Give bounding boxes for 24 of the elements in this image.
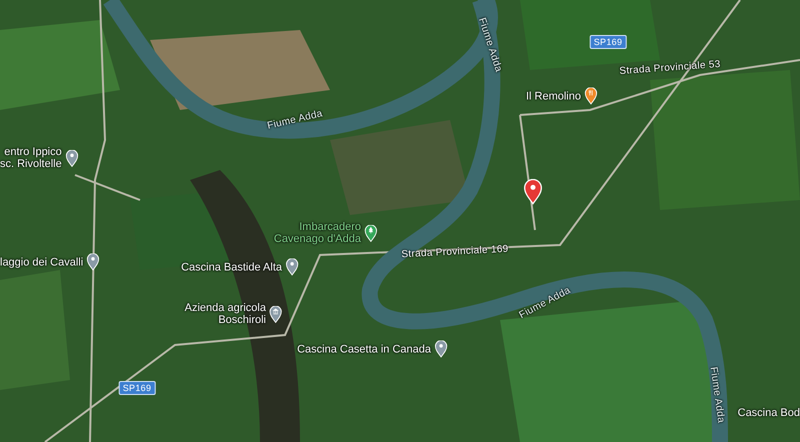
river-label: Fiume Adda [708, 366, 726, 424]
location-pin-icon[interactable] [523, 179, 543, 205]
road-number-sign: SP169 [118, 381, 156, 395]
place-label[interactable]: Cascina Casetta in Canada [297, 343, 431, 355]
tree-pin-icon[interactable] [364, 224, 378, 242]
river-label: Fiume Adda [266, 108, 324, 132]
place-label[interactable]: Azienda agricola Boschiroli [184, 302, 266, 326]
river-label: Fiume Adda [518, 284, 572, 322]
place-label[interactable]: laggio dei Cavalli [0, 256, 84, 268]
location-pin-icon[interactable] [434, 340, 448, 358]
location-pin-icon[interactable] [64, 150, 79, 166]
location-pin-icon[interactable] [86, 254, 100, 270]
place-label[interactable]: entro Ippico sc. Rivoltelle [0, 146, 62, 170]
river-label: Fiume Adda [476, 16, 504, 74]
building-pin-icon[interactable] [269, 306, 283, 322]
place-label[interactable]: Imbarcadero Cavenago d'Adda [274, 221, 361, 245]
place-label[interactable]: Cascina Bastide Alta [181, 261, 282, 273]
place-label[interactable]: Cascina Bod [738, 407, 800, 419]
location-pin-icon[interactable] [285, 258, 299, 276]
road-label: Strada Provinciale 53 [619, 58, 721, 78]
fork-knife-pin-icon[interactable] [584, 88, 598, 104]
road-number-sign: SP169 [590, 35, 626, 49]
place-label[interactable]: Il Remolino [526, 90, 581, 102]
road-label: Strada Provinciale 169 [401, 244, 509, 260]
